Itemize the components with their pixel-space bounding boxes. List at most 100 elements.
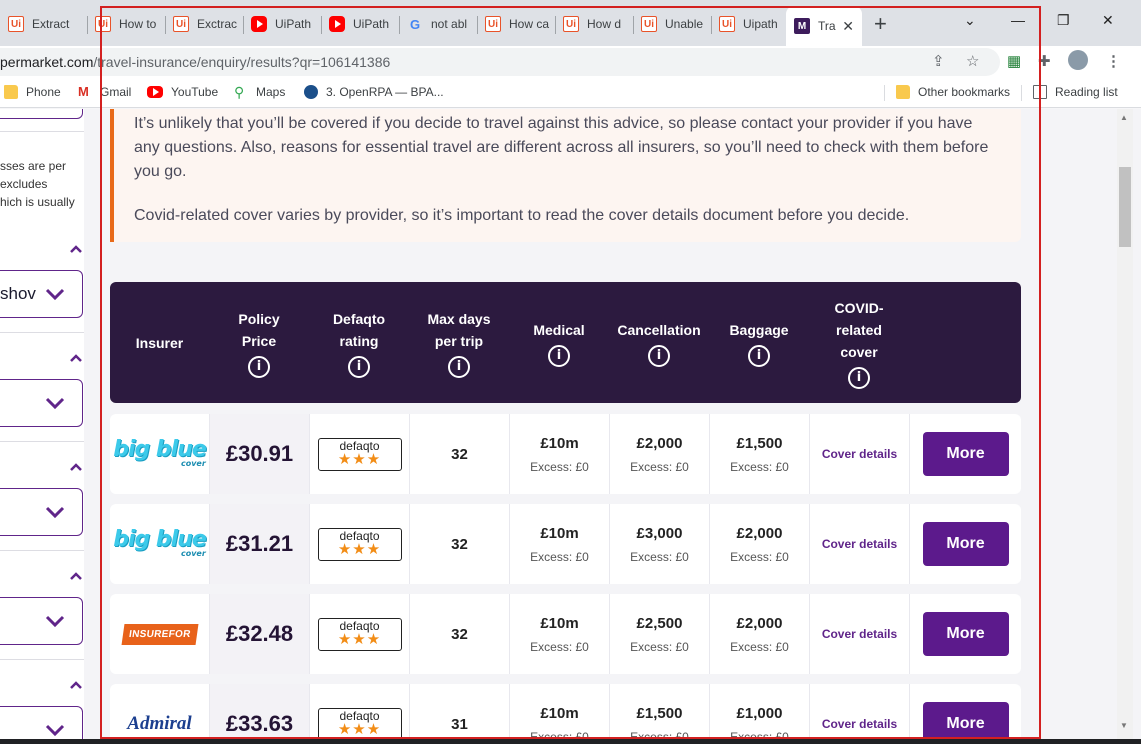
cover-details-link[interactable]: Cover details bbox=[822, 447, 897, 461]
tab-label: How d bbox=[587, 17, 622, 31]
info-icon[interactable]: i bbox=[348, 355, 370, 378]
bookmark-openrpa[interactable]: 3. OpenRPA — BPA... bbox=[304, 85, 444, 99]
insurer-logo: INSUREFOR bbox=[110, 594, 209, 674]
medical-cover: £10m Excess: £0 bbox=[509, 504, 609, 584]
browser-tab[interactable]: Ui Unable bbox=[633, 8, 711, 40]
covid-cover: Cover details bbox=[809, 594, 909, 674]
covid-cover: Cover details bbox=[809, 684, 909, 744]
tab-strip: Ui Extract Ui How to Ui Exctrac UiPath U… bbox=[0, 0, 1141, 46]
close-window-icon[interactable]: ✕ bbox=[1102, 12, 1114, 29]
star-rating-icon: ★★★ bbox=[337, 451, 382, 468]
info-icon[interactable]: i bbox=[248, 355, 270, 378]
sheets-extension-icon[interactable]: ▦ bbox=[1007, 52, 1021, 70]
browser-tab[interactable]: UiPath bbox=[321, 8, 399, 40]
info-icon[interactable]: i bbox=[848, 366, 870, 389]
new-tab-icon[interactable]: + bbox=[874, 12, 887, 36]
bookmark-label: Other bookmarks bbox=[918, 85, 1011, 99]
browser-tab[interactable]: Ui Exctrac bbox=[165, 8, 243, 40]
profile-avatar[interactable] bbox=[1068, 50, 1088, 70]
covid-notice: It’s unlikely that you’ll be covered if … bbox=[110, 109, 1021, 242]
more-button[interactable]: More bbox=[922, 432, 1009, 476]
more-button[interactable]: More bbox=[922, 612, 1009, 656]
more-button[interactable]: More bbox=[922, 702, 1009, 744]
defaqto-badge: defaqto ★★★ bbox=[317, 437, 402, 471]
filter-select[interactable] bbox=[0, 488, 83, 536]
covid-cover: Cover details bbox=[809, 414, 909, 494]
medical-cover: £10m Excess: £0 bbox=[509, 684, 609, 744]
header-policy-price: Policy Price i bbox=[209, 282, 309, 403]
bookmark-gmail[interactable]: M Gmail bbox=[78, 85, 131, 100]
more-button[interactable]: More bbox=[922, 522, 1009, 566]
action-cell: More bbox=[909, 684, 1021, 744]
divider bbox=[0, 131, 84, 132]
defaqto-rating: defaqto ★★★ bbox=[309, 684, 409, 744]
filter-select[interactable] bbox=[0, 597, 83, 645]
defaqto-rating: defaqto ★★★ bbox=[309, 594, 409, 674]
policy-price: £33.63 bbox=[209, 684, 309, 744]
defaqto-badge: defaqto ★★★ bbox=[317, 527, 402, 561]
info-icon[interactable]: i bbox=[548, 344, 570, 367]
browser-tab-active[interactable]: M Tra ✕ bbox=[786, 6, 862, 46]
action-cell: More bbox=[909, 414, 1021, 494]
minimize-icon[interactable]: — bbox=[1011, 12, 1025, 28]
bookmark-maps[interactable]: ⚲ Maps bbox=[234, 85, 285, 99]
browser-tab[interactable]: Ui Extract bbox=[0, 8, 87, 40]
cover-details-link[interactable]: Cover details bbox=[822, 627, 897, 641]
header-defaqto: Defaqto rating i bbox=[309, 282, 409, 403]
reading-list-button[interactable]: Reading list bbox=[1033, 85, 1118, 99]
browser-tab[interactable]: UiPath bbox=[243, 8, 321, 40]
close-tab-icon[interactable]: ✕ bbox=[842, 18, 854, 35]
youtube-icon bbox=[147, 86, 163, 98]
cover-details-link[interactable]: Cover details bbox=[822, 717, 897, 731]
max-days: 32 bbox=[409, 414, 509, 494]
chevron-up-icon[interactable] bbox=[69, 353, 83, 363]
scroll-down-arrow-icon[interactable]: ▼ bbox=[1120, 721, 1128, 730]
table-row: big blue cover £30.91 defaqto ★★★ 32 £10m E… bbox=[110, 414, 1021, 494]
filter-select[interactable] bbox=[0, 109, 83, 119]
header-insurer: Insurer bbox=[135, 334, 184, 351]
header-cancellation: Cancellation i bbox=[609, 282, 709, 403]
filter-select[interactable] bbox=[0, 379, 83, 427]
chevron-down-icon bbox=[45, 724, 65, 737]
bookmark-star-icon[interactable]: ☆ bbox=[966, 52, 979, 70]
youtube-icon bbox=[329, 16, 345, 32]
moneysupermarket-icon: M bbox=[794, 18, 810, 34]
address-bar-row: permarket.com/travel-insurance/enquiry/r… bbox=[0, 46, 1141, 78]
medical-cover: £10m Excess: £0 bbox=[509, 594, 609, 674]
info-icon[interactable]: i bbox=[648, 344, 670, 367]
info-icon[interactable]: i bbox=[448, 355, 470, 378]
scrollbar-thumb[interactable] bbox=[1119, 167, 1131, 247]
bookmark-other[interactable]: Other bookmarks bbox=[896, 85, 1010, 99]
browser-tab[interactable]: Ui How to bbox=[87, 8, 165, 40]
browser-tab[interactable]: Ui How d bbox=[555, 8, 633, 40]
bookmark-youtube[interactable]: YouTube bbox=[147, 85, 218, 99]
info-icon[interactable]: i bbox=[748, 344, 770, 367]
chevron-up-icon[interactable] bbox=[69, 244, 83, 254]
browser-tab[interactable]: Ui Uipath bbox=[711, 8, 786, 40]
filter-select[interactable]: shov bbox=[0, 270, 83, 318]
defaqto-badge: defaqto ★★★ bbox=[317, 707, 402, 741]
browser-tab[interactable]: G not abl bbox=[399, 8, 477, 40]
tab-search-chevron-icon[interactable]: ⌄ bbox=[964, 12, 976, 29]
url-input[interactable]: permarket.com/travel-insurance/enquiry/r… bbox=[0, 48, 1000, 76]
bookmark-phone[interactable]: Phone bbox=[4, 85, 61, 99]
restore-window-icon[interactable]: ❐ bbox=[1057, 12, 1070, 29]
browser-menu-icon[interactable]: ⋮ bbox=[1106, 52, 1121, 70]
extensions-puzzle-icon[interactable]: ✚ bbox=[1038, 52, 1051, 70]
reading-list-icon bbox=[1033, 85, 1047, 99]
chevron-up-icon[interactable] bbox=[69, 462, 83, 472]
chevron-up-icon[interactable] bbox=[69, 680, 83, 690]
chevron-up-icon[interactable] bbox=[69, 571, 83, 581]
max-days: 32 bbox=[409, 504, 509, 584]
scroll-up-arrow-icon[interactable]: ▲ bbox=[1120, 113, 1128, 122]
cancellation-cover: £1,500 Excess: £0 bbox=[609, 684, 709, 744]
browser-tab[interactable]: Ui How ca bbox=[477, 8, 555, 40]
insurer-logo: Admiral bbox=[110, 684, 209, 744]
url-host: permarket.com bbox=[0, 54, 94, 70]
share-icon[interactable]: ⇪ bbox=[932, 52, 945, 70]
big-blue-cover-logo: big blue cover bbox=[113, 527, 207, 558]
uipath-icon: Ui bbox=[719, 16, 735, 32]
uipath-icon: Ui bbox=[563, 16, 579, 32]
divider bbox=[0, 332, 84, 333]
cover-details-link[interactable]: Cover details bbox=[822, 537, 897, 551]
